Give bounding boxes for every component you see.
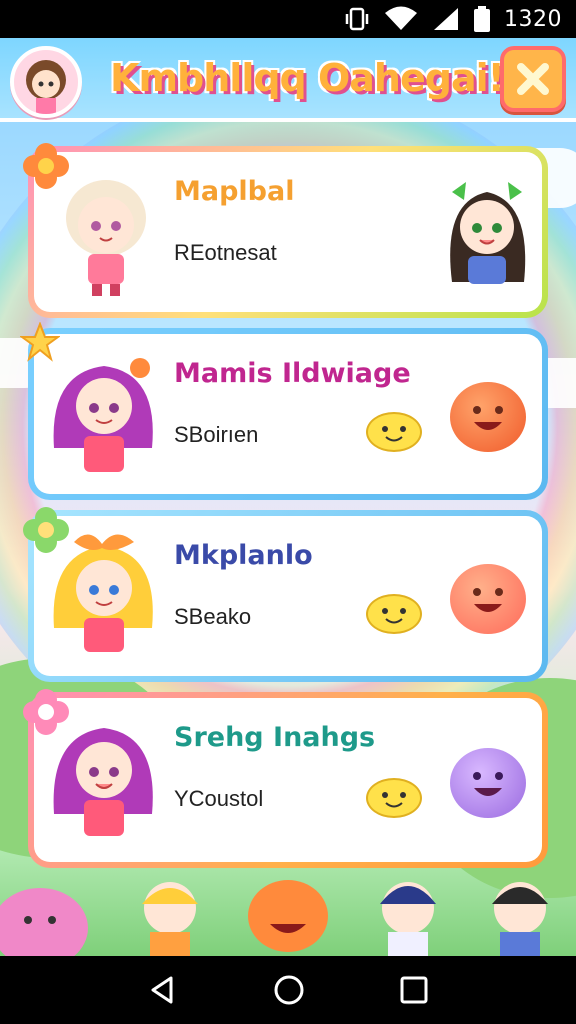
close-button[interactable] bbox=[500, 46, 566, 112]
app-header: Kmbhllqq Oahegai! bbox=[0, 38, 576, 122]
card-name: Srehg Inahgs bbox=[174, 722, 376, 753]
close-icon bbox=[517, 63, 549, 95]
list-item[interactable]: Mamis Ildwiage SBoirıen bbox=[20, 322, 548, 500]
recents-icon[interactable] bbox=[399, 975, 429, 1005]
list-item[interactable]: Maplbal REotnesat bbox=[23, 143, 548, 318]
yellow-blob bbox=[366, 778, 422, 818]
avatar[interactable] bbox=[10, 46, 82, 118]
character-crowd bbox=[0, 880, 548, 956]
list-item[interactable]: Mkplanlo SBeako bbox=[23, 507, 548, 682]
yellow-blob bbox=[366, 594, 422, 634]
home-icon[interactable] bbox=[272, 973, 306, 1007]
card-name: Mkplanlo bbox=[174, 540, 313, 571]
character-avatar bbox=[66, 180, 146, 296]
card-subtitle: SBeako bbox=[174, 604, 252, 629]
card-name: Mamis Ildwiage bbox=[174, 358, 411, 389]
coral-blob bbox=[450, 564, 526, 634]
character-avatar bbox=[53, 358, 153, 472]
yellow-blob bbox=[366, 412, 422, 452]
card-subtitle: YCoustol bbox=[174, 786, 264, 811]
vibrate-icon bbox=[345, 7, 369, 31]
character-avatar bbox=[53, 728, 153, 836]
card-subtitle: SBoirıen bbox=[174, 422, 259, 447]
card-subtitle: REotnesat bbox=[174, 240, 277, 265]
navigation-bar bbox=[0, 956, 576, 1024]
card-name: Maplbal bbox=[174, 176, 295, 207]
status-time: 1320 bbox=[504, 6, 562, 32]
character-avatar bbox=[450, 182, 526, 284]
back-icon[interactable] bbox=[147, 974, 179, 1006]
wifi-icon bbox=[385, 6, 417, 30]
battery-icon bbox=[474, 6, 490, 32]
character-avatar bbox=[53, 534, 153, 652]
signal-icon bbox=[434, 8, 458, 30]
app-screen: Kmbhllqq Oahegai! Maplbal REotnesat Mami… bbox=[0, 38, 576, 956]
orange-blob bbox=[450, 382, 526, 452]
purple-blob bbox=[450, 748, 526, 818]
app-title: Kmbhllqq Oahegai! bbox=[110, 56, 505, 100]
list-item[interactable]: Srehg Inahgs YCoustol bbox=[23, 689, 548, 868]
status-bar: 1320 bbox=[0, 0, 576, 38]
